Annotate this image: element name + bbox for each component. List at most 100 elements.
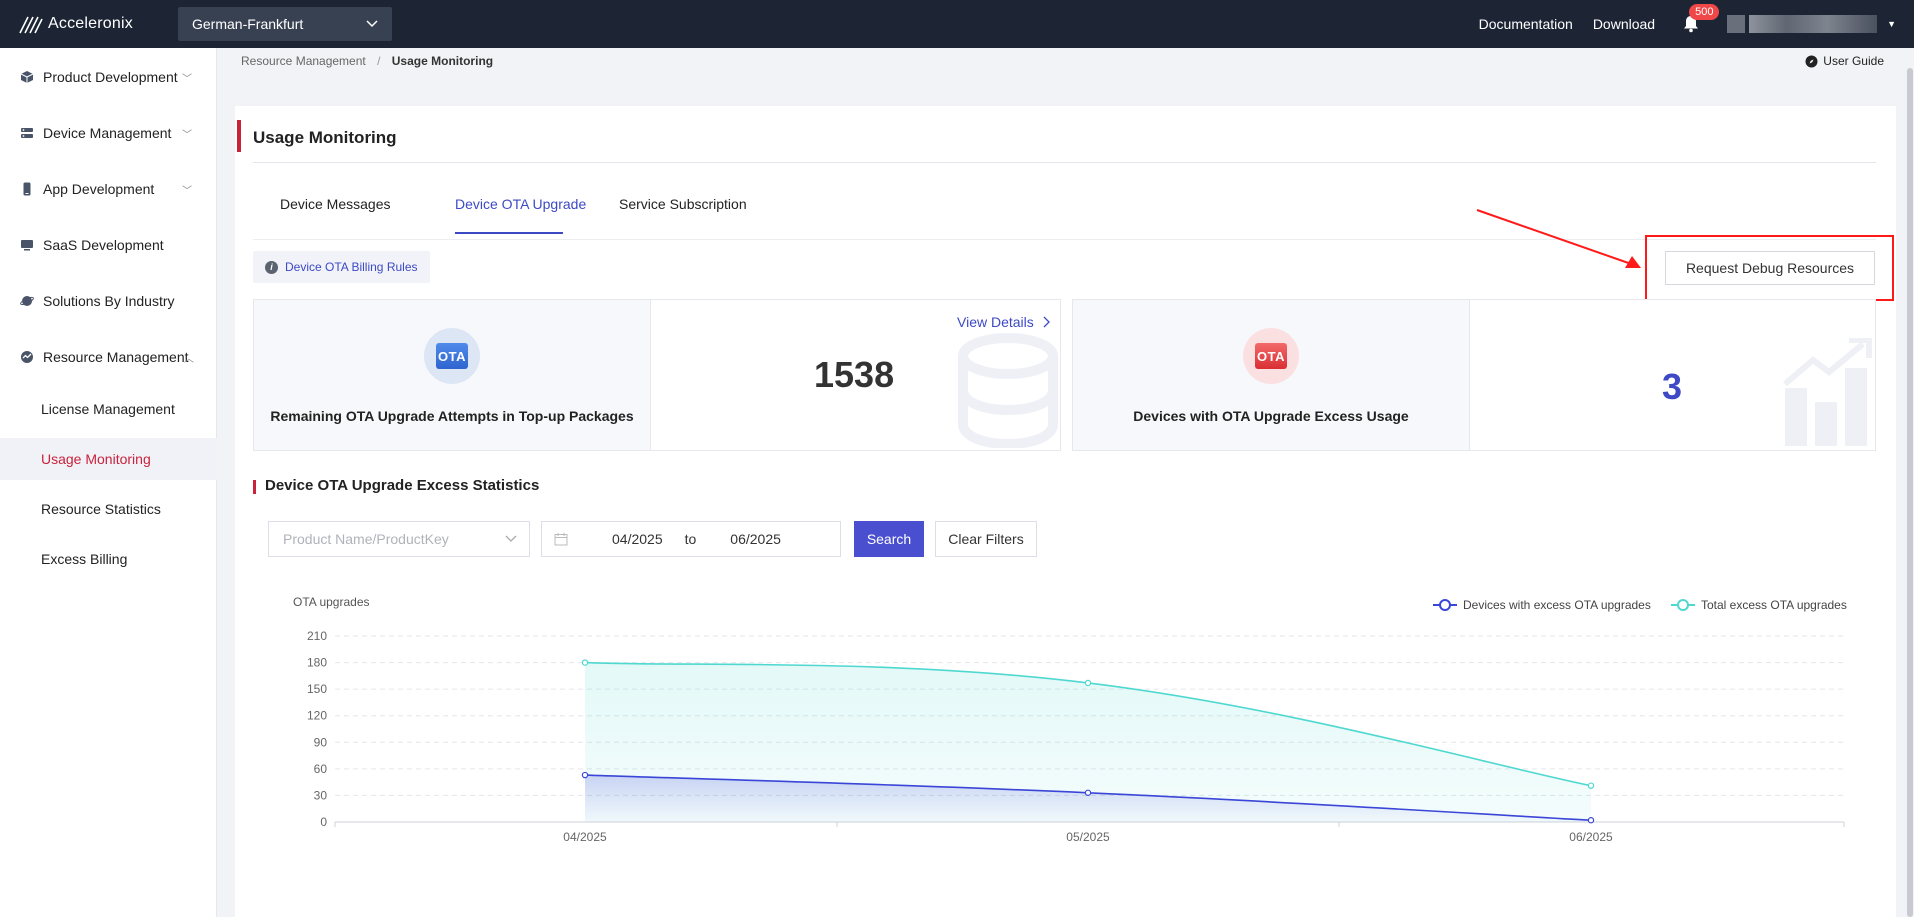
- logo-text: Acceleronix: [48, 15, 133, 32]
- phone-icon: [19, 181, 35, 197]
- sidebar: Product Development ﹀ Device Management …: [0, 48, 217, 917]
- tab-device-messages[interactable]: Device Messages: [280, 196, 391, 212]
- user-guide-link[interactable]: User Guide: [1805, 54, 1884, 68]
- x-tick-label: 06/2025: [1569, 830, 1613, 844]
- user-guide-label: User Guide: [1823, 54, 1884, 68]
- breadcrumb: Resource Management / Usage Monitoring: [241, 54, 493, 68]
- sidebar-item-label: SaaS Development: [43, 237, 164, 253]
- section-title: Device OTA Upgrade Excess Statistics: [265, 477, 540, 494]
- sidebar-item-device-management[interactable]: Device Management ﹀: [0, 113, 217, 153]
- user-menu-caret-icon[interactable]: ▼: [1887, 19, 1896, 29]
- x-tick-label: 04/2025: [563, 830, 607, 844]
- y-tick-label: 210: [307, 629, 327, 643]
- page-title: Usage Monitoring: [253, 128, 397, 147]
- date-to[interactable]: 06/2025: [730, 531, 781, 547]
- sidebar-subitem-label: Resource Statistics: [41, 501, 161, 517]
- sidebar-item-product-development[interactable]: Product Development ﹀: [0, 57, 217, 97]
- cube-icon: [19, 69, 35, 85]
- logo-mark-icon: [19, 16, 43, 34]
- legend-item-total[interactable]: Total excess OTA upgrades: [1671, 598, 1847, 612]
- region-label: German-Frankfurt: [192, 16, 304, 32]
- stat-card-excess-devices: OTA Devices with OTA Upgrade Excess Usag…: [1072, 299, 1876, 451]
- y-tick-label: 150: [307, 682, 327, 696]
- data-point: [1587, 782, 1595, 789]
- sidebar-item-resource-management[interactable]: Resource Management ︿: [0, 337, 217, 377]
- stat-value: 1538: [814, 354, 895, 395]
- y-tick-label: 0: [320, 815, 327, 829]
- sidebar-subitem-label: License Management: [41, 401, 175, 417]
- date-from[interactable]: 04/2025: [612, 531, 663, 547]
- data-point: [1084, 789, 1092, 796]
- ota-package-icon: OTA: [424, 328, 480, 384]
- legend-item-devices[interactable]: Devices with excess OTA upgrades: [1433, 598, 1651, 612]
- product-select[interactable]: Product Name/ProductKey: [268, 521, 530, 557]
- search-button[interactable]: Search: [854, 521, 924, 557]
- divider: [1469, 300, 1470, 450]
- chevron-right-icon: [1043, 316, 1050, 328]
- region-select[interactable]: German-Frankfurt: [178, 7, 392, 41]
- ota-excess-chart: OTA upgrades 0 30 60 90 120 150 180 210 04/2025 05…: [235, 576, 1896, 917]
- coins-decoration-icon: [958, 333, 1058, 448]
- view-details-label: View Details: [957, 314, 1034, 330]
- sidebar-subitem-excess-billing[interactable]: Excess Billing: [0, 538, 217, 580]
- y-tick-label: 60: [314, 762, 328, 776]
- sidebar-subitem-resource-statistics[interactable]: Resource Statistics: [0, 488, 217, 530]
- sidebar-item-label: Solutions By Industry: [43, 293, 175, 309]
- breadcrumb-current: Usage Monitoring: [391, 54, 494, 68]
- sidebar-subitem-usage-monitoring[interactable]: Usage Monitoring: [0, 438, 217, 480]
- notifications-button[interactable]: 500: [1683, 4, 1720, 36]
- sidebar-subitem-label: Excess Billing: [41, 551, 128, 567]
- tab-service-subscription[interactable]: Service Subscription: [619, 196, 747, 212]
- sidebar-item-label: Resource Management: [43, 349, 189, 365]
- stat-label: Devices with OTA Upgrade Excess Usage: [1133, 408, 1409, 424]
- top-bar: Acceleronix German-Frankfurt Documentati…: [0, 0, 1914, 48]
- sidebar-item-label: Product Development: [43, 69, 178, 85]
- sidebar-item-solutions-by-industry[interactable]: Solutions By Industry: [0, 281, 217, 321]
- chevron-down-icon: [366, 20, 378, 28]
- data-point: [581, 771, 589, 779]
- date-to-label: to: [684, 531, 697, 547]
- avatar[interactable]: [1727, 15, 1878, 33]
- product-select-placeholder: Product Name/ProductKey: [283, 531, 449, 547]
- scrollbar-thumb[interactable]: [1907, 68, 1913, 917]
- sidebar-item-label: App Development: [43, 181, 155, 197]
- y-axis-label: OTA upgrades: [293, 595, 370, 609]
- sidebar-subitem-license-management[interactable]: License Management: [0, 388, 217, 430]
- tab-device-ota-upgrade[interactable]: Device OTA Upgrade: [455, 196, 586, 212]
- section-title-accent: [253, 480, 256, 494]
- data-point: [1084, 679, 1092, 687]
- download-link[interactable]: Download: [1593, 16, 1655, 32]
- active-tab-indicator: [455, 232, 563, 234]
- ota-icon-label: OTA: [436, 343, 468, 369]
- gauge-icon: [19, 349, 35, 365]
- documentation-link[interactable]: Documentation: [1479, 16, 1573, 32]
- chevron-down-icon: ﹀: [182, 73, 192, 85]
- info-icon: i: [265, 260, 278, 274]
- x-tick-label: 05/2025: [1066, 830, 1110, 844]
- server-icon: [19, 125, 35, 141]
- ota-icon-label: OTA: [1255, 343, 1287, 369]
- clear-filters-button[interactable]: Clear Filters: [935, 521, 1037, 557]
- chevron-up-icon: ︿: [184, 353, 194, 365]
- breadcrumb-parent[interactable]: Resource Management: [241, 54, 366, 68]
- chevron-down-icon: ﹀: [182, 129, 192, 141]
- ota-warning-icon: OTA: [1243, 328, 1299, 384]
- sidebar-item-app-development[interactable]: App Development ﹀: [0, 169, 217, 209]
- sidebar-subitem-label: Usage Monitoring: [41, 451, 151, 467]
- billing-rules-link[interactable]: i Device OTA Billing Rules: [253, 251, 430, 283]
- stat-card-remaining-ota: OTA Remaining OTA Upgrade Attempts in To…: [253, 299, 1061, 451]
- annotation-arrow-icon: [1476, 209, 1641, 268]
- view-details-link[interactable]: View Details: [957, 314, 1054, 330]
- divider: [650, 300, 651, 450]
- stat-label: Remaining OTA Upgrade Attempts in Top-up…: [270, 408, 634, 424]
- date-range-picker[interactable]: 04/2025 to 06/2025: [541, 521, 841, 557]
- logo[interactable]: Acceleronix: [18, 13, 176, 35]
- legend-label: Total excess OTA upgrades: [1701, 598, 1847, 612]
- monitor-icon: [19, 237, 35, 253]
- page-scrollbar[interactable]: [1906, 48, 1914, 917]
- data-point: [1587, 817, 1595, 824]
- chevron-down-icon: ﹀: [182, 185, 192, 197]
- chart-canvas: OTA upgrades 0 30 60 90 120 150 180 210 04/2025 05…: [293, 595, 1845, 844]
- y-tick-label: 180: [307, 656, 327, 670]
- sidebar-item-saas-development[interactable]: SaaS Development: [0, 225, 217, 265]
